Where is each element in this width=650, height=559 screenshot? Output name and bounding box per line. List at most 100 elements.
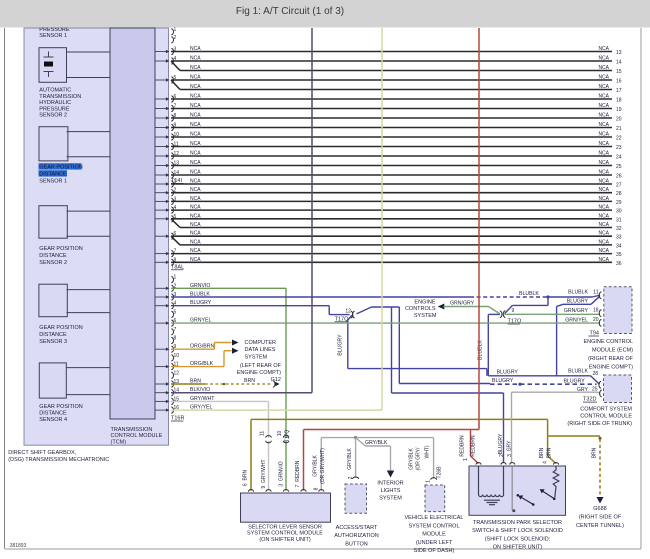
svg-text:NCA: NCA: [190, 179, 201, 185]
svg-text:GRN/YEL: GRN/YEL: [565, 317, 588, 323]
svg-text:COMFORT SYSTEM: COMFORT SYSTEM: [580, 406, 632, 412]
svg-text:13: 13: [174, 161, 180, 167]
svg-text:GEAR POSITION: GEAR POSITION: [39, 246, 82, 252]
svg-text:TRANSMISSION PARK SELECTOR: TRANSMISSION PARK SELECTOR: [473, 520, 562, 526]
svg-text:NCA: NCA: [598, 213, 609, 219]
svg-text:8: 8: [174, 257, 177, 263]
svg-text:3 GRNVIO: 3 GRNVIO: [279, 461, 285, 486]
svg-text:SWITCH & SHIFT LOCK SOLENOID: SWITCH & SHIFT LOCK SOLENOID: [472, 528, 563, 534]
svg-text:NCA: NCA: [598, 94, 609, 100]
svg-text:BRN: BRN: [547, 447, 553, 458]
svg-text:DISTANCE: DISTANCE: [39, 332, 67, 338]
svg-text:GRY/BLK: GRY/BLK: [365, 440, 388, 446]
svg-text:CENTER TUNNEL): CENTER TUNNEL): [576, 523, 624, 529]
svg-text:REDBRN: REDBRN: [471, 435, 477, 457]
svg-text:34: 34: [616, 243, 622, 249]
svg-text:16: 16: [616, 79, 622, 85]
svg-text:381893: 381893: [10, 543, 27, 549]
svg-text:SIDE OF DASH): SIDE OF DASH): [414, 548, 455, 554]
svg-text:SELECTOR LEVER SENSOR: SELECTOR LEVER SENSOR: [248, 524, 322, 530]
svg-text:BLUBLK: BLUBLK: [568, 289, 588, 295]
svg-text:3: 3: [174, 196, 177, 202]
svg-text:DISTANCE: DISTANCE: [39, 410, 67, 416]
svg-text:T16R: T16R: [171, 416, 184, 422]
svg-text:33: 33: [616, 235, 622, 241]
svg-text:NCA: NCA: [190, 94, 201, 100]
svg-text:T32D: T32D: [583, 397, 596, 403]
svg-text:NCA: NCA: [598, 75, 609, 81]
svg-text:NCA: NCA: [598, 103, 609, 109]
svg-text:NCA: NCA: [598, 141, 609, 147]
svg-text:LIGHTS: LIGHTS: [381, 488, 401, 494]
svg-text:SENSOR 3: SENSOR 3: [39, 339, 67, 345]
svg-text:9: 9: [512, 308, 515, 314]
svg-text:REDBRN: REDBRN: [460, 435, 466, 457]
svg-text:NCA: NCA: [190, 113, 201, 119]
svg-text:NCA: NCA: [598, 231, 609, 237]
svg-text:NCA: NCA: [598, 46, 609, 52]
svg-text:9: 9: [174, 123, 177, 129]
svg-text:ENGINE COMPT): ENGINE COMPT): [237, 370, 281, 376]
svg-text:T94: T94: [590, 331, 599, 337]
svg-text:(RIGHT SIDE OF TRUNK): (RIGHT SIDE OF TRUNK): [567, 421, 632, 427]
svg-text:BLUGRY: BLUGRY: [492, 378, 514, 384]
svg-text:CONTROL MODULE: CONTROL MODULE: [580, 414, 632, 420]
svg-text:GRY/BLK: GRY/BLK: [313, 455, 319, 477]
svg-text:11: 11: [174, 142, 179, 148]
svg-text:18: 18: [593, 308, 599, 314]
svg-text:BLUGRY: BLUGRY: [338, 334, 344, 356]
svg-text:SYSTEM: SYSTEM: [379, 495, 402, 501]
svg-text:1: 1: [426, 480, 432, 483]
svg-text:(RIGHT REAR OF: (RIGHT REAR OF: [588, 356, 633, 362]
svg-text:NCA: NCA: [190, 65, 201, 71]
svg-text:MODULE (ECM): MODULE (ECM): [592, 348, 633, 354]
svg-text:30: 30: [616, 209, 622, 215]
svg-text:NCA: NCA: [190, 132, 201, 138]
svg-text:1: 1: [174, 275, 177, 281]
svg-text:35: 35: [616, 252, 622, 258]
svg-text:GRY: GRY: [506, 440, 512, 451]
svg-text:1: 1: [174, 27, 177, 33]
svg-text:NCA: NCA: [598, 239, 609, 245]
svg-text:13: 13: [616, 50, 622, 56]
svg-text:DATA LINES: DATA LINES: [245, 347, 276, 353]
svg-text:10: 10: [174, 132, 180, 138]
svg-text:24: 24: [616, 155, 622, 161]
svg-text:(OR GRY/WHT): (OR GRY/WHT): [320, 448, 326, 484]
svg-text:SENSOR 4: SENSOR 4: [39, 417, 67, 423]
svg-text:14: 14: [616, 60, 622, 66]
svg-text:(ON SHIFTER UNIT): (ON SHIFTER UNIT): [259, 537, 310, 543]
svg-text:7: 7: [174, 104, 177, 110]
svg-text:BLUBLK: BLUBLK: [519, 291, 539, 297]
svg-text:28: 28: [616, 191, 622, 197]
svg-text:NCA: NCA: [190, 205, 201, 211]
svg-text:BLUGRY: BLUGRY: [564, 378, 586, 384]
svg-text:ACCESS/START: ACCESS/START: [336, 525, 378, 531]
svg-text:26: 26: [616, 174, 622, 180]
svg-text:NCA: NCA: [190, 257, 201, 263]
svg-text:(UNDER LEFT: (UNDER LEFT: [416, 540, 453, 546]
svg-text:25: 25: [592, 387, 598, 393]
svg-text:BUTTON: BUTTON: [345, 542, 368, 548]
svg-text:NCA: NCA: [598, 151, 609, 157]
svg-text:7: 7: [174, 327, 177, 333]
svg-text:31: 31: [616, 217, 622, 223]
svg-text:NCA: NCA: [598, 160, 609, 166]
svg-text:ENGINE CONTROL: ENGINE CONTROL: [583, 339, 633, 345]
svg-text:T17Q: T17Q: [285, 430, 291, 443]
svg-text:HYDRAULIC: HYDRAULIC: [39, 100, 71, 106]
svg-text:DISTANCE: DISTANCE: [39, 172, 67, 178]
svg-text:NCA: NCA: [190, 141, 201, 147]
svg-text:COMPUTER: COMPUTER: [245, 340, 277, 346]
svg-text:GRY: GRY: [577, 387, 589, 393]
svg-text:NCA: NCA: [190, 248, 201, 254]
svg-text:3: 3: [507, 454, 513, 457]
svg-text:22: 22: [616, 136, 622, 142]
svg-text:SYSTEM CONTROL MODULE: SYSTEM CONTROL MODULE: [247, 531, 323, 537]
svg-text:BLUBLK: BLUBLK: [568, 368, 588, 374]
svg-text:T26B: T26B: [436, 466, 442, 479]
svg-text:(RIGHT SIDE OF: (RIGHT SIDE OF: [579, 514, 622, 520]
svg-text:5: 5: [174, 309, 177, 315]
svg-text:6: 6: [174, 94, 177, 100]
svg-text:NCA: NCA: [598, 56, 609, 62]
